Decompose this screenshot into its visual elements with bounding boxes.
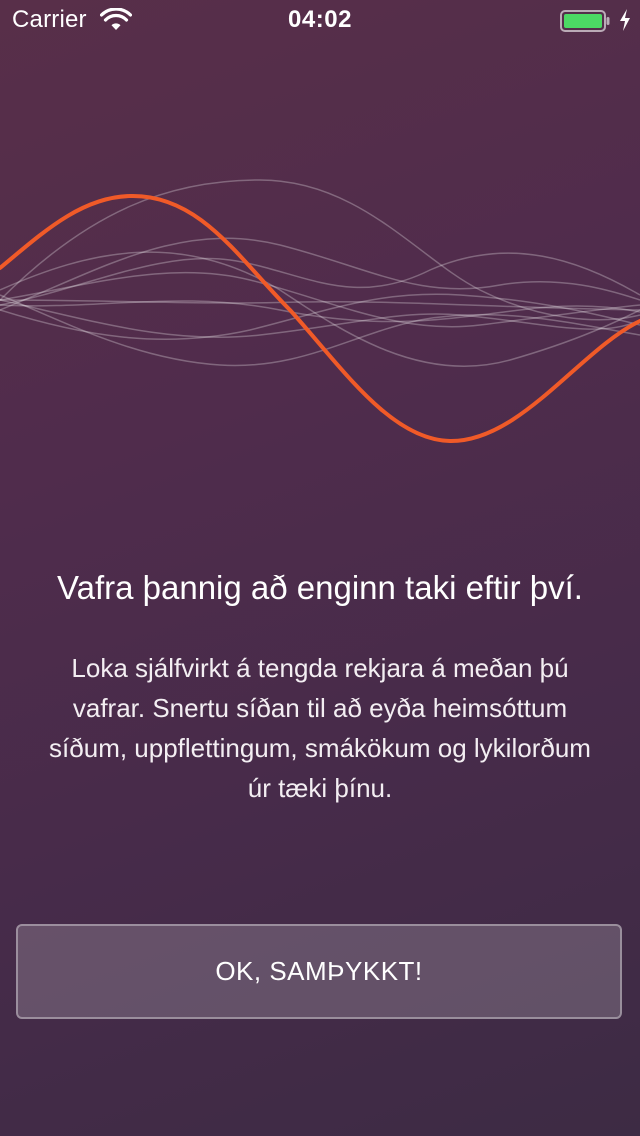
wave-illustration <box>0 179 640 444</box>
onboarding-description: Loka sjálfvirkt á tengda rekjara á meðan… <box>49 653 591 803</box>
charging-bolt-icon <box>620 9 630 31</box>
battery-icon <box>560 10 610 32</box>
onboarding-headline: Vafra þannig að enginn taki eftir því. <box>57 569 583 606</box>
accept-button[interactable]: OK, SAMÞYKKT! <box>16 924 622 1019</box>
clock: 04:02 <box>288 6 352 33</box>
status-bar: Carrier 04:02 <box>0 0 640 40</box>
